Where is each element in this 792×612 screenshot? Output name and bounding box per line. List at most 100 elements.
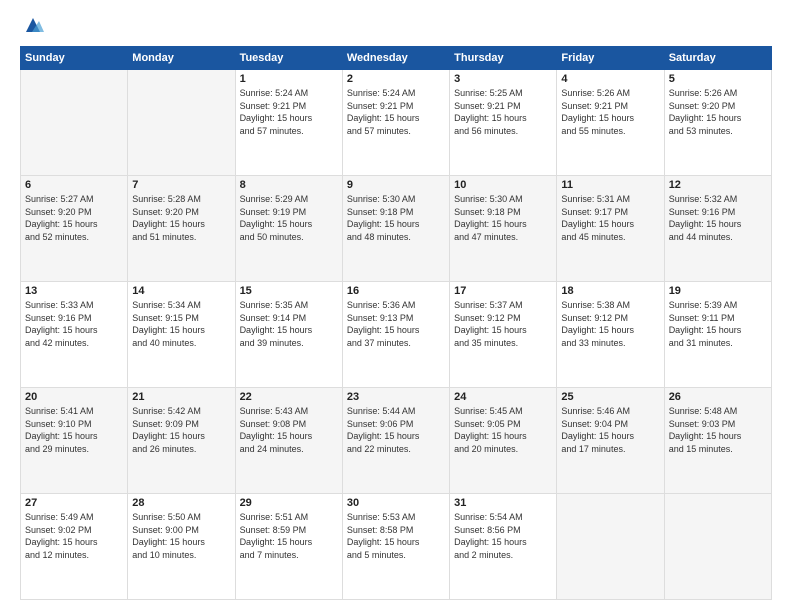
day-number: 11: [561, 179, 659, 191]
day-number: 23: [347, 391, 445, 403]
calendar-week-row: 1 Sunrise: 5:24 AM Sunset: 9:21 PM Daylig…: [21, 70, 772, 176]
calendar-week-row: 27 Sunrise: 5:49 AM Sunset: 9:02 PM Dayli…: [21, 494, 772, 600]
calendar-cell: 17 Sunrise: 5:37 AM Sunset: 9:12 PM Dayli…: [450, 282, 557, 388]
day-number: 12: [669, 179, 767, 191]
day-number: 25: [561, 391, 659, 403]
calendar-cell: 21Sunrise: 5:42 AM Sunset: 9:09 PM Dayli…: [128, 388, 235, 494]
calendar-cell: 24 Sunrise: 5:45 AM Sunset: 9:05 PM Dayli…: [450, 388, 557, 494]
calendar-cell: 15Sunrise: 5:35 AM Sunset: 9:14 PM Dayli…: [235, 282, 342, 388]
calendar-cell: 7Sunrise: 5:28 AM Sunset: 9:20 PM Daylig…: [128, 176, 235, 282]
calendar-cell: 16 Sunrise: 5:36 AM Sunset: 9:13 PM Dayli…: [342, 282, 449, 388]
day-number: 2: [347, 73, 445, 85]
weekday-header: Monday: [128, 47, 235, 70]
page: SundayMondayTuesdayWednesdayThursdayFrid…: [0, 0, 792, 612]
calendar-cell: 23 Sunrise: 5:44 AM Sunset: 9:06 PM Dayli…: [342, 388, 449, 494]
day-info: Sunrise: 5:43 AM Sunset: 9:08 PM Dayligh…: [240, 405, 338, 455]
calendar-cell: 20 Sunrise: 5:41 AM Sunset: 9:10 PM Dayli…: [21, 388, 128, 494]
weekday-header: Sunday: [21, 47, 128, 70]
day-info: Sunrise: 5:53 AM Sunset: 8:58 PM Dayligh…: [347, 511, 445, 561]
calendar-cell: 5Sunrise: 5:26 AM Sunset: 9:20 PM Daylig…: [664, 70, 771, 176]
calendar-cell: 2 Sunrise: 5:24 AM Sunset: 9:21 PM Daylig…: [342, 70, 449, 176]
day-number: 22: [240, 391, 338, 403]
day-number: 1: [240, 73, 338, 85]
calendar-cell: 6 Sunrise: 5:27 AM Sunset: 9:20 PM Daylig…: [21, 176, 128, 282]
day-number: 17: [454, 285, 552, 297]
calendar-cell: 22 Sunrise: 5:43 AM Sunset: 9:08 PM Dayli…: [235, 388, 342, 494]
calendar-cell: 31 Sunrise: 5:54 AM Sunset: 8:56 PM Dayli…: [450, 494, 557, 600]
day-number: 16: [347, 285, 445, 297]
day-info: Sunrise: 5:36 AM Sunset: 9:13 PM Dayligh…: [347, 299, 445, 349]
calendar-cell: 3 Sunrise: 5:25 AM Sunset: 9:21 PM Daylig…: [450, 70, 557, 176]
day-info: Sunrise: 5:44 AM Sunset: 9:06 PM Dayligh…: [347, 405, 445, 455]
day-info: Sunrise: 5:32 AM Sunset: 9:16 PM Dayligh…: [669, 193, 767, 243]
day-number: 20: [25, 391, 123, 403]
day-info: Sunrise: 5:46 AM Sunset: 9:04 PM Dayligh…: [561, 405, 659, 455]
day-number: 21: [132, 391, 230, 403]
day-info: Sunrise: 5:37 AM Sunset: 9:12 PM Dayligh…: [454, 299, 552, 349]
day-info: Sunrise: 5:31 AM Sunset: 9:17 PM Dayligh…: [561, 193, 659, 243]
day-number: 8: [240, 179, 338, 191]
day-number: 27: [25, 497, 123, 509]
calendar-cell: 10Sunrise: 5:30 AM Sunset: 9:18 PM Dayli…: [450, 176, 557, 282]
day-info: Sunrise: 5:26 AM Sunset: 9:20 PM Dayligh…: [669, 87, 767, 137]
weekday-header: Friday: [557, 47, 664, 70]
calendar-cell: 26 Sunrise: 5:48 AM Sunset: 9:03 PM Dayli…: [664, 388, 771, 494]
calendar-cell: [21, 70, 128, 176]
logo-text-block: [20, 16, 44, 36]
weekday-header: Wednesday: [342, 47, 449, 70]
calendar-week-row: 6 Sunrise: 5:27 AM Sunset: 9:20 PM Daylig…: [21, 176, 772, 282]
day-info: Sunrise: 5:54 AM Sunset: 8:56 PM Dayligh…: [454, 511, 552, 561]
weekday-header: Saturday: [664, 47, 771, 70]
day-info: Sunrise: 5:27 AM Sunset: 9:20 PM Dayligh…: [25, 193, 123, 243]
day-number: 9: [347, 179, 445, 191]
day-number: 24: [454, 391, 552, 403]
day-number: 31: [454, 497, 552, 509]
day-info: Sunrise: 5:34 AM Sunset: 9:15 PM Dayligh…: [132, 299, 230, 349]
day-number: 7: [132, 179, 230, 191]
calendar-cell: 13 Sunrise: 5:33 AM Sunset: 9:16 PM Dayli…: [21, 282, 128, 388]
day-info: Sunrise: 5:33 AM Sunset: 9:16 PM Dayligh…: [25, 299, 123, 349]
day-info: Sunrise: 5:26 AM Sunset: 9:21 PM Dayligh…: [561, 87, 659, 137]
day-number: 19: [669, 285, 767, 297]
weekday-header: Thursday: [450, 47, 557, 70]
calendar-week-row: 13 Sunrise: 5:33 AM Sunset: 9:16 PM Dayli…: [21, 282, 772, 388]
day-number: 28: [132, 497, 230, 509]
day-number: 29: [240, 497, 338, 509]
day-info: Sunrise: 5:30 AM Sunset: 9:18 PM Dayligh…: [347, 193, 445, 243]
calendar-cell: [664, 494, 771, 600]
day-number: 10: [454, 179, 552, 191]
day-number: 6: [25, 179, 123, 191]
day-info: Sunrise: 5:50 AM Sunset: 9:00 PM Dayligh…: [132, 511, 230, 561]
day-number: 26: [669, 391, 767, 403]
calendar-cell: 14Sunrise: 5:34 AM Sunset: 9:15 PM Dayli…: [128, 282, 235, 388]
calendar-cell: 8 Sunrise: 5:29 AM Sunset: 9:19 PM Daylig…: [235, 176, 342, 282]
day-info: Sunrise: 5:29 AM Sunset: 9:19 PM Dayligh…: [240, 193, 338, 243]
day-number: 13: [25, 285, 123, 297]
calendar-cell: 1 Sunrise: 5:24 AM Sunset: 9:21 PM Daylig…: [235, 70, 342, 176]
day-number: 30: [347, 497, 445, 509]
day-info: Sunrise: 5:24 AM Sunset: 9:21 PM Dayligh…: [347, 87, 445, 137]
day-info: Sunrise: 5:41 AM Sunset: 9:10 PM Dayligh…: [25, 405, 123, 455]
day-info: Sunrise: 5:24 AM Sunset: 9:21 PM Dayligh…: [240, 87, 338, 137]
calendar-cell: [557, 494, 664, 600]
day-info: Sunrise: 5:35 AM Sunset: 9:14 PM Dayligh…: [240, 299, 338, 349]
day-info: Sunrise: 5:25 AM Sunset: 9:21 PM Dayligh…: [454, 87, 552, 137]
calendar-week-row: 20 Sunrise: 5:41 AM Sunset: 9:10 PM Dayli…: [21, 388, 772, 494]
calendar-table: SundayMondayTuesdayWednesdayThursdayFrid…: [20, 46, 772, 600]
calendar-cell: 25 Sunrise: 5:46 AM Sunset: 9:04 PM Dayli…: [557, 388, 664, 494]
logo: [20, 16, 44, 36]
calendar-cell: 4Sunrise: 5:26 AM Sunset: 9:21 PM Daylig…: [557, 70, 664, 176]
calendar-cell: 12 Sunrise: 5:32 AM Sunset: 9:16 PM Dayli…: [664, 176, 771, 282]
day-info: Sunrise: 5:39 AM Sunset: 9:11 PM Dayligh…: [669, 299, 767, 349]
day-info: Sunrise: 5:49 AM Sunset: 9:02 PM Dayligh…: [25, 511, 123, 561]
weekday-header: Tuesday: [235, 47, 342, 70]
day-info: Sunrise: 5:51 AM Sunset: 8:59 PM Dayligh…: [240, 511, 338, 561]
calendar-cell: 19 Sunrise: 5:39 AM Sunset: 9:11 PM Dayli…: [664, 282, 771, 388]
calendar-cell: 18Sunrise: 5:38 AM Sunset: 9:12 PM Dayli…: [557, 282, 664, 388]
logo-icon: [22, 14, 44, 36]
logo-general-line: [20, 16, 44, 36]
day-info: Sunrise: 5:45 AM Sunset: 9:05 PM Dayligh…: [454, 405, 552, 455]
day-info: Sunrise: 5:38 AM Sunset: 9:12 PM Dayligh…: [561, 299, 659, 349]
day-number: 3: [454, 73, 552, 85]
day-info: Sunrise: 5:48 AM Sunset: 9:03 PM Dayligh…: [669, 405, 767, 455]
